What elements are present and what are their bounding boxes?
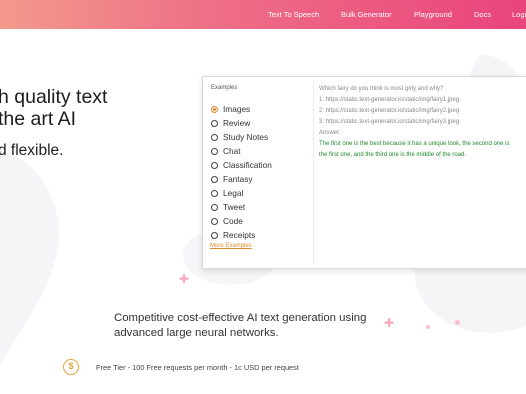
example-option-classification[interactable]: Classification [211, 159, 272, 171]
prompt-url-3: 3: https://static.text-generator.io/stat… [319, 119, 460, 125]
nav-link-docs[interactable]: Docs [474, 0, 491, 29]
example-option-code[interactable]: Code [211, 215, 243, 227]
example-option-label: Review [223, 118, 251, 128]
example-option-legal[interactable]: Legal [211, 187, 243, 199]
tagline-line1: Competitive cost-effective AI text gener… [114, 312, 367, 324]
example-option-label: Classification [223, 160, 272, 170]
radio-icon[interactable] [211, 231, 218, 239]
example-option-label: Tweet [223, 202, 246, 212]
sparkle-icon: ✚ [179, 272, 190, 286]
example-option-label: Images [223, 104, 251, 114]
card-divider [313, 83, 314, 263]
example-option-label: Fantasy [223, 174, 253, 184]
prompt-question: Which fairy do you think is most girly a… [319, 86, 444, 92]
decor-dot [455, 320, 460, 325]
example-option-label: Receipts [223, 230, 256, 240]
example-option-label: Study Notes [223, 132, 269, 142]
example-option-label: Chat [223, 146, 241, 156]
nav-link-bulk-generator[interactable]: Bulk Generator [341, 0, 391, 29]
hero-heading-line2: the art AI [0, 108, 77, 130]
dollar-icon: $ [63, 359, 79, 375]
hero-heading-line1: h quality text [0, 86, 108, 108]
radio-icon[interactable] [211, 119, 218, 127]
radio-icon[interactable] [211, 203, 218, 211]
example-option-tweet[interactable]: Tweet [211, 201, 245, 213]
prompt-url-1: 1: https://static.text-generator.io/stat… [319, 97, 460, 103]
pricing-tier-text: Free Tier - 100 Free requests per month … [96, 363, 299, 372]
generated-answer-line2: the first one, and the third one is the … [319, 152, 467, 158]
radio-icon[interactable] [211, 175, 218, 183]
example-option-review[interactable]: Review [211, 117, 250, 129]
generated-answer-line1: The first one is the best because it has… [319, 141, 510, 147]
nav-link-playground[interactable]: Playground [414, 0, 452, 29]
decor-dot [426, 325, 430, 329]
prompt-answer-label: Answer: [319, 130, 341, 136]
nav-link-login[interactable]: Login [512, 0, 526, 29]
radio-icon[interactable] [211, 133, 218, 141]
radio-icon[interactable] [211, 161, 218, 169]
radio-selected-icon[interactable] [211, 105, 218, 113]
radio-icon[interactable] [211, 189, 218, 197]
more-examples-link[interactable]: More Examples [210, 243, 252, 249]
background-blob-left [0, 150, 59, 365]
example-option-receipts[interactable]: Receipts [211, 229, 255, 241]
sparkle-icon: ✚ [384, 316, 395, 330]
example-option-label: Code [223, 216, 243, 226]
example-option-label: Legal [223, 188, 244, 198]
hero-subheading: d flexible. [0, 142, 64, 159]
examples-card: Examples Images Review Study Notes Chat … [202, 76, 526, 269]
example-option-fantasy[interactable]: Fantasy [211, 173, 253, 185]
radio-icon[interactable] [211, 147, 218, 155]
nav-link-text-to-speech[interactable]: Text To Speech [268, 0, 319, 29]
example-option-study-notes[interactable]: Study Notes [211, 131, 268, 143]
prompt-url-2: 2: https://static.text-generator.io/stat… [319, 108, 460, 114]
tagline-line2: advanced large neural networks. [114, 327, 279, 339]
radio-icon[interactable] [211, 217, 218, 225]
example-option-images[interactable]: Images [211, 103, 250, 115]
example-option-chat[interactable]: Chat [211, 145, 241, 157]
examples-title: Examples [211, 85, 238, 91]
